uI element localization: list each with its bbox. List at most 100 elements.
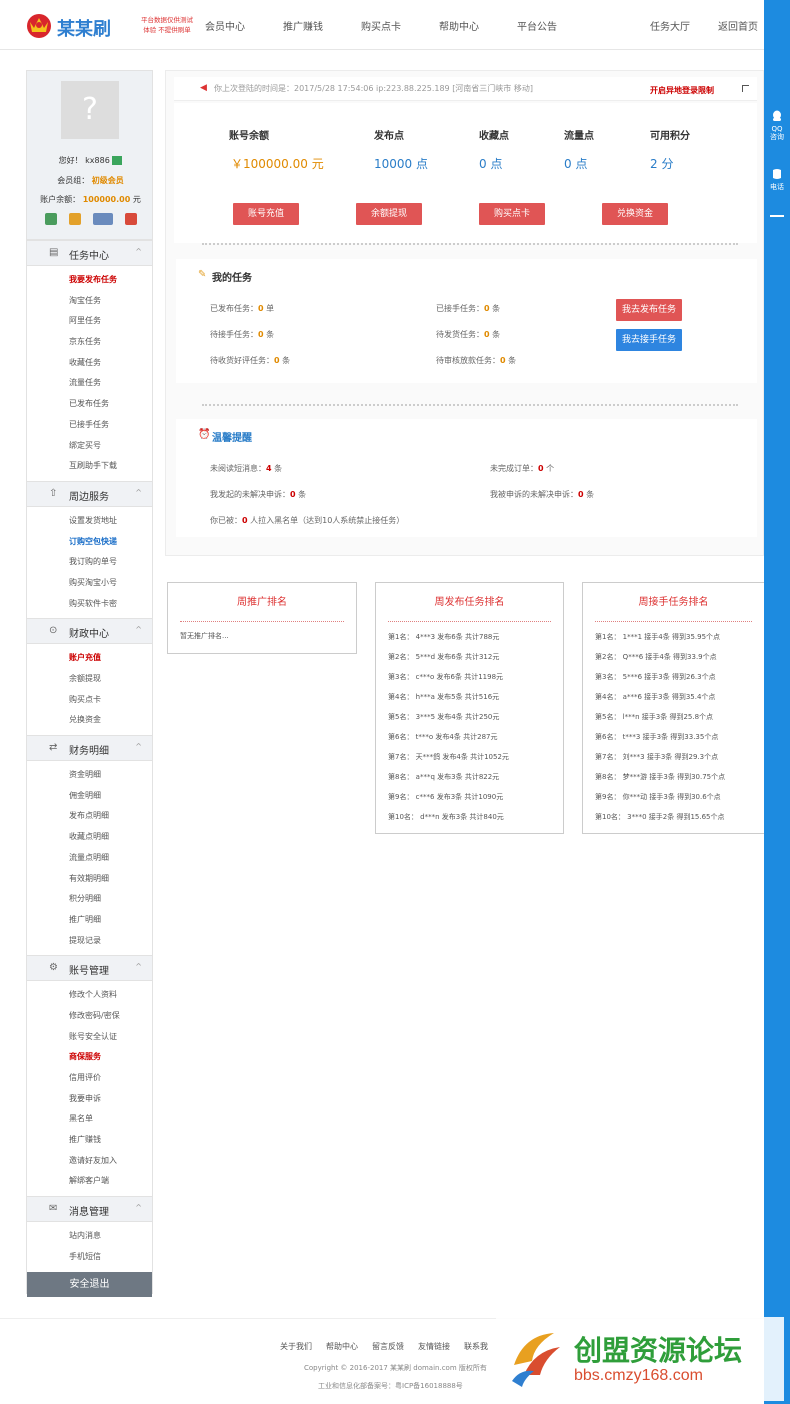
sidebar-item-express[interactable]: 订购空包快递	[27, 532, 152, 553]
go-accept-task-button[interactable]: 我去接手任务	[616, 329, 682, 351]
remote-login-checkbox[interactable]	[742, 85, 749, 92]
unread-msg-row[interactable]: 未阅读短消息：4 条	[210, 463, 282, 474]
section-finance-detail[interactable]: ⇄ 财务明细 ^	[27, 735, 152, 762]
sidebar-item-published[interactable]: 已发布任务	[27, 394, 152, 415]
nav-promote[interactable]: 推广赚钱	[283, 18, 323, 33]
id-card-icon[interactable]	[93, 213, 113, 225]
logout-button[interactable]: 安全退出	[27, 1271, 152, 1297]
sidebar-item-fund-detail[interactable]: 资金明细	[27, 765, 152, 786]
section-title: 账号管理	[69, 966, 109, 978]
sidebar-item-promote[interactable]: 推广赚钱	[27, 1130, 152, 1151]
nav-member-center[interactable]: 会员中心	[205, 18, 245, 33]
rank-row: 第3名： c***o 发布6条 共计1198元	[388, 673, 504, 681]
my-appeal-label: 我发起的未解决申诉：	[210, 490, 290, 499]
sidebar-item-credit[interactable]: 信用评价	[27, 1068, 152, 1089]
collapse-arrow-icon: ^	[135, 1203, 142, 1213]
sidebar-item-promote-detail[interactable]: 推广明细	[27, 910, 152, 931]
section-services[interactable]: ⇧ 周边服务 ^	[27, 480, 152, 507]
user-verify-icon[interactable]	[69, 213, 81, 225]
buy-card-button[interactable]: 购买点卡	[479, 203, 545, 225]
nav-home[interactable]: 返回首页	[718, 18, 758, 33]
sidebar-item-buy-account[interactable]: 购买淘宝小号	[27, 573, 152, 594]
sidebar-item-password[interactable]: 修改密码/密保	[27, 1006, 152, 1027]
exchange-button[interactable]: 兑换资金	[602, 203, 668, 225]
value-collect-points: 0 点	[479, 157, 503, 171]
avatar[interactable]: ?	[61, 81, 119, 139]
section-message[interactable]: ✉ 消息管理 ^	[27, 1196, 152, 1223]
appealed-count: 0	[578, 490, 584, 499]
sidebar-item-blacklist[interactable]: 黑名单	[27, 1109, 152, 1130]
qq-consult[interactable]: QQ 咨询	[764, 110, 790, 141]
task-published-count: 0	[258, 304, 264, 313]
finance-items: 账户充值 余额提现 购买点卡 兑换资金	[27, 644, 152, 735]
sidebar-item-traffic-detail[interactable]: 流量点明细	[27, 848, 152, 869]
sidebar-item-ali[interactable]: 阿里任务	[27, 311, 152, 332]
footer-feedback[interactable]: 留言反馈	[372, 1341, 404, 1352]
my-tasks-box: ✎ 我的任务 已发布任务：0 单 已接手任务：0 条 待接手任务：0 条 待发货…	[176, 259, 757, 383]
task-pending-label: 待接手任务：	[210, 330, 258, 339]
reminder-title: 温馨提醒	[212, 433, 252, 444]
value-traffic-points: 0 点	[564, 157, 588, 171]
sidebar-item-address[interactable]: 设置发货地址	[27, 511, 152, 532]
sidebar-item-sms[interactable]: 手机短信	[27, 1247, 152, 1268]
shop-icon[interactable]	[125, 213, 137, 225]
sidebar-item-withdraw[interactable]: 余额提现	[27, 669, 152, 690]
publish-rank-title: 周发布任务排名	[434, 597, 505, 608]
brand-name: 某某刷	[57, 19, 111, 40]
withdraw-button[interactable]: 余额提现	[356, 203, 422, 225]
sidebar-item-traffic[interactable]: 流量任务	[27, 373, 152, 394]
sidebar-item-profile[interactable]: 修改个人资料	[27, 985, 152, 1006]
nav-announce[interactable]: 平台公告	[517, 18, 557, 33]
sidebar-item-validity-detail[interactable]: 有效期明细	[27, 869, 152, 890]
sidebar-item-score-detail[interactable]: 积分明细	[27, 889, 152, 910]
collapse-arrow-icon: ^	[135, 962, 142, 972]
section-account[interactable]: ⚙ 账号管理 ^	[27, 955, 152, 982]
sidebar-item-appeal[interactable]: 我要申诉	[27, 1089, 152, 1110]
phone-24-icon	[773, 169, 781, 179]
watermark-title: 创盟资源论坛	[574, 1334, 743, 1367]
section-task-center[interactable]: ▤ 任务中心 ^	[27, 240, 152, 266]
task-audit-count: 0	[500, 356, 506, 365]
footer-friend-links[interactable]: 友情链接	[418, 1341, 450, 1352]
sidebar-item-collect-detail[interactable]: 收藏点明细	[27, 827, 152, 848]
sidebar-item-invite[interactable]: 邀请好友加入	[27, 1151, 152, 1172]
username: kx886	[85, 156, 110, 165]
sidebar-item-security[interactable]: 账号安全认证	[27, 1027, 152, 1048]
sidebar-item-collect[interactable]: 收藏任务	[27, 353, 152, 374]
sidebar-item-publish-task[interactable]: 我要发布任务	[27, 270, 152, 291]
sidebar-item-unbind[interactable]: 解绑客户端	[27, 1171, 152, 1192]
task-audit-unit: 条	[508, 356, 517, 365]
section-finance[interactable]: ⊙ 财政中心 ^	[27, 618, 152, 645]
sidebar-item-buy-points[interactable]: 购买点卡	[27, 690, 152, 711]
sidebar-item-jd[interactable]: 京东任务	[27, 332, 152, 353]
sidebar-item-buy-key[interactable]: 购买软件卡密	[27, 594, 152, 615]
sidebar-item-commission-detail[interactable]: 佣金明细	[27, 786, 152, 807]
task-pending-row: 待接手任务：0 条	[210, 329, 274, 340]
sidebar-item-bind-buyer[interactable]: 绑定买号	[27, 436, 152, 457]
sidebar-item-inbox[interactable]: 站内消息	[27, 1226, 152, 1247]
phone-consult[interactable]: 电话	[764, 168, 790, 191]
sidebar-item-recharge[interactable]: 账户充值	[27, 648, 152, 669]
task-published-row: 已发布任务：0 单	[210, 303, 274, 314]
nav-task-hall[interactable]: 任务大厅	[650, 18, 690, 33]
sidebar-item-publish-detail[interactable]: 发布点明细	[27, 806, 152, 827]
sidebar-item-taobao[interactable]: 淘宝任务	[27, 291, 152, 312]
sidebar-item-my-orders[interactable]: 我订购的单号	[27, 552, 152, 573]
message-icon: ✉	[49, 1203, 58, 1215]
sidebar-item-download[interactable]: 互刷助手下载	[27, 456, 152, 477]
phone-bind-icon[interactable]	[45, 213, 57, 225]
edit-icon: ✎	[198, 269, 207, 280]
recharge-button[interactable]: 账号充值	[233, 203, 299, 225]
sidebar-item-exchange[interactable]: 兑换资金	[27, 710, 152, 731]
footer-contact[interactable]: 联系我	[464, 1341, 488, 1352]
go-publish-task-button[interactable]: 我去发布任务	[616, 299, 682, 321]
nav-help[interactable]: 帮助中心	[439, 18, 479, 33]
nav-buy-card[interactable]: 购买点卡	[361, 18, 401, 33]
sidebar-item-insurance[interactable]: 商保服务	[27, 1047, 152, 1068]
sidebar-item-accepted[interactable]: 已接手任务	[27, 415, 152, 436]
finance-icon: ⊙	[49, 625, 58, 637]
footer-help[interactable]: 帮助中心	[326, 1341, 358, 1352]
footer-about[interactable]: 关于我们	[280, 1341, 312, 1352]
site-logo[interactable]: 某某刷	[24, 8, 139, 42]
sidebar-item-withdraw-record[interactable]: 提现记录	[27, 931, 152, 952]
